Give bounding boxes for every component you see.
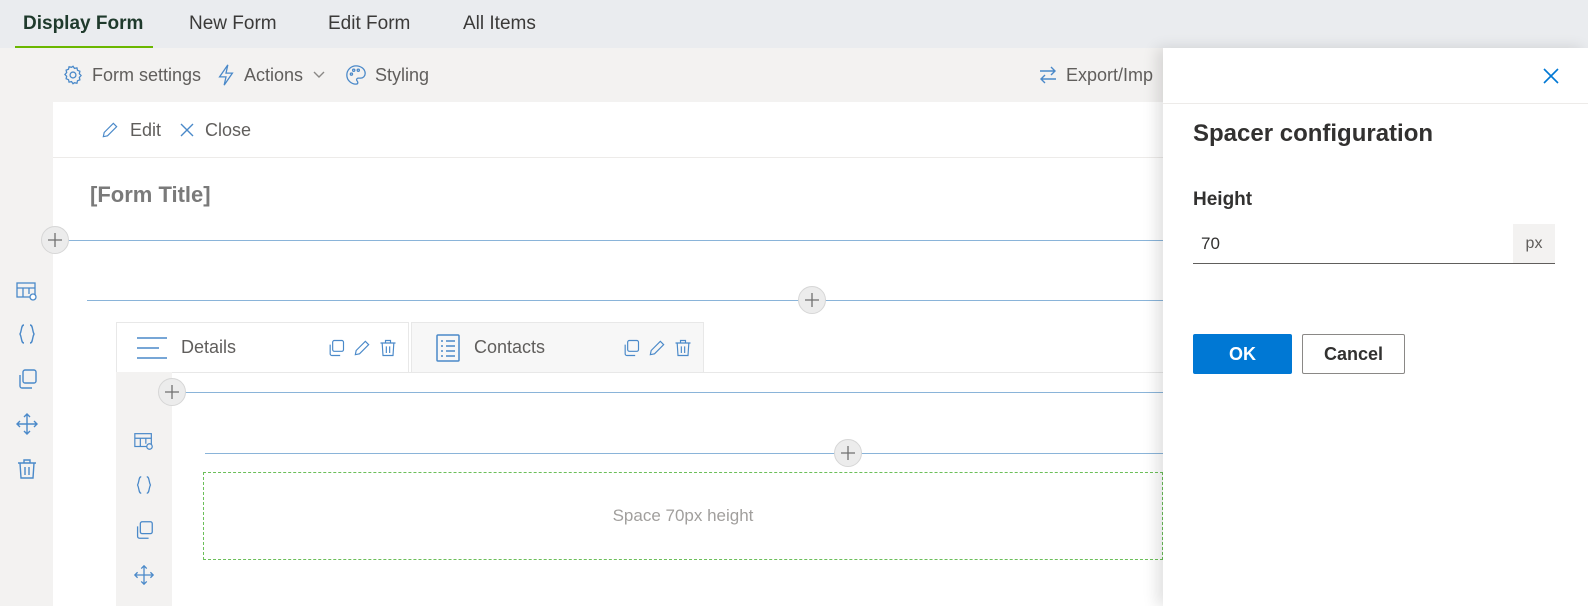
copy-icon[interactable] bbox=[133, 519, 155, 541]
lightning-icon bbox=[218, 64, 234, 86]
styling-button[interactable]: Styling bbox=[345, 48, 429, 102]
edit-label: Edit bbox=[130, 119, 162, 140]
copy-icon[interactable] bbox=[326, 338, 346, 358]
actions-dropdown[interactable]: Actions bbox=[216, 48, 325, 102]
tab-actions bbox=[326, 338, 398, 358]
tab-details-label: Details bbox=[181, 337, 237, 357]
form-canvas: Edit Close [Form Title] Details Contacts… bbox=[41, 102, 1163, 606]
styling-label: Styling bbox=[375, 64, 430, 85]
copy-icon[interactable] bbox=[621, 338, 641, 358]
plus-icon bbox=[805, 293, 819, 307]
edit-button[interactable]: Edit bbox=[100, 102, 161, 158]
spacer-config-panel: Spacer configuration Height px OK Cancel bbox=[1163, 48, 1588, 606]
panel-title: Spacer configuration bbox=[1193, 120, 1434, 147]
palette-icon bbox=[346, 65, 366, 85]
trash-icon[interactable] bbox=[673, 338, 693, 358]
form-tabs-bar: Display Form New Form Edit Form All Item… bbox=[0, 0, 1588, 48]
add-row-button[interactable] bbox=[41, 226, 69, 254]
height-input[interactable] bbox=[1193, 224, 1513, 264]
tab-control: Details Contacts Space 70px height bbox=[116, 322, 1163, 606]
code-braces-icon[interactable] bbox=[133, 474, 155, 496]
tab-details[interactable]: Details bbox=[116, 322, 409, 372]
plus-icon bbox=[48, 233, 62, 247]
lines-icon bbox=[137, 336, 167, 359]
add-row-button[interactable] bbox=[158, 378, 186, 406]
tab-new-form[interactable]: New Form bbox=[185, 0, 281, 48]
add-row-button[interactable] bbox=[834, 439, 862, 467]
form-settings-button[interactable]: Form settings bbox=[62, 48, 201, 102]
table-settings-icon[interactable] bbox=[15, 279, 39, 303]
move-icon[interactable] bbox=[133, 564, 155, 586]
add-row-button[interactable] bbox=[798, 286, 826, 314]
spacer-text: Space 70px height bbox=[612, 506, 754, 525]
table-settings-icon[interactable] bbox=[133, 430, 155, 452]
close-icon bbox=[180, 123, 194, 137]
unit-suffix: px bbox=[1513, 224, 1555, 264]
plus-icon bbox=[165, 385, 179, 399]
pencil-icon[interactable] bbox=[647, 338, 667, 358]
form-left-rail bbox=[0, 102, 53, 606]
drop-zone-line bbox=[67, 240, 1163, 241]
plus-icon bbox=[841, 446, 855, 460]
drop-zone-line bbox=[172, 392, 1163, 393]
actions-label: Actions bbox=[244, 64, 304, 85]
chevron-down-icon bbox=[313, 71, 325, 78]
document-list-icon bbox=[436, 333, 460, 362]
tab-all-items[interactable]: All Items bbox=[459, 0, 540, 48]
gear-icon bbox=[64, 65, 82, 85]
drop-zone-line bbox=[87, 300, 1163, 301]
trash-icon[interactable] bbox=[378, 338, 398, 358]
cancel-button[interactable]: Cancel bbox=[1302, 334, 1405, 374]
pencil-icon bbox=[102, 122, 118, 138]
export-import-label: Export/Imp bbox=[1066, 64, 1154, 85]
copy-icon[interactable] bbox=[15, 367, 39, 391]
command-bar: Edit Close bbox=[53, 102, 1163, 158]
tab-edit-form[interactable]: Edit Form bbox=[324, 0, 414, 48]
move-icon[interactable] bbox=[15, 412, 39, 436]
ok-button[interactable]: OK bbox=[1193, 334, 1292, 374]
pencil-icon[interactable] bbox=[352, 338, 372, 358]
export-import-button[interactable]: Export/Imp bbox=[1038, 48, 1153, 102]
tab-display-form[interactable]: Display Form bbox=[14, 0, 154, 48]
tab-actions bbox=[621, 338, 693, 358]
swap-arrows-icon bbox=[1040, 66, 1056, 84]
tab-left-rail bbox=[116, 372, 172, 606]
panel-header bbox=[1163, 48, 1588, 104]
code-braces-icon[interactable] bbox=[15, 322, 39, 346]
tab-contacts[interactable]: Contacts bbox=[411, 322, 704, 372]
spacer-control[interactable]: Space 70px height bbox=[203, 472, 1163, 560]
close-icon[interactable] bbox=[1540, 65, 1562, 87]
close-form-button[interactable]: Close bbox=[179, 102, 251, 158]
trash-icon[interactable] bbox=[15, 457, 39, 481]
form-title[interactable]: [Form Title] bbox=[90, 182, 211, 208]
tab-contacts-label: Contacts bbox=[474, 337, 546, 357]
form-settings-label: Form settings bbox=[92, 64, 202, 85]
close-label: Close bbox=[205, 119, 252, 140]
height-label: Height bbox=[1193, 189, 1253, 210]
drop-zone-line bbox=[205, 453, 1163, 454]
